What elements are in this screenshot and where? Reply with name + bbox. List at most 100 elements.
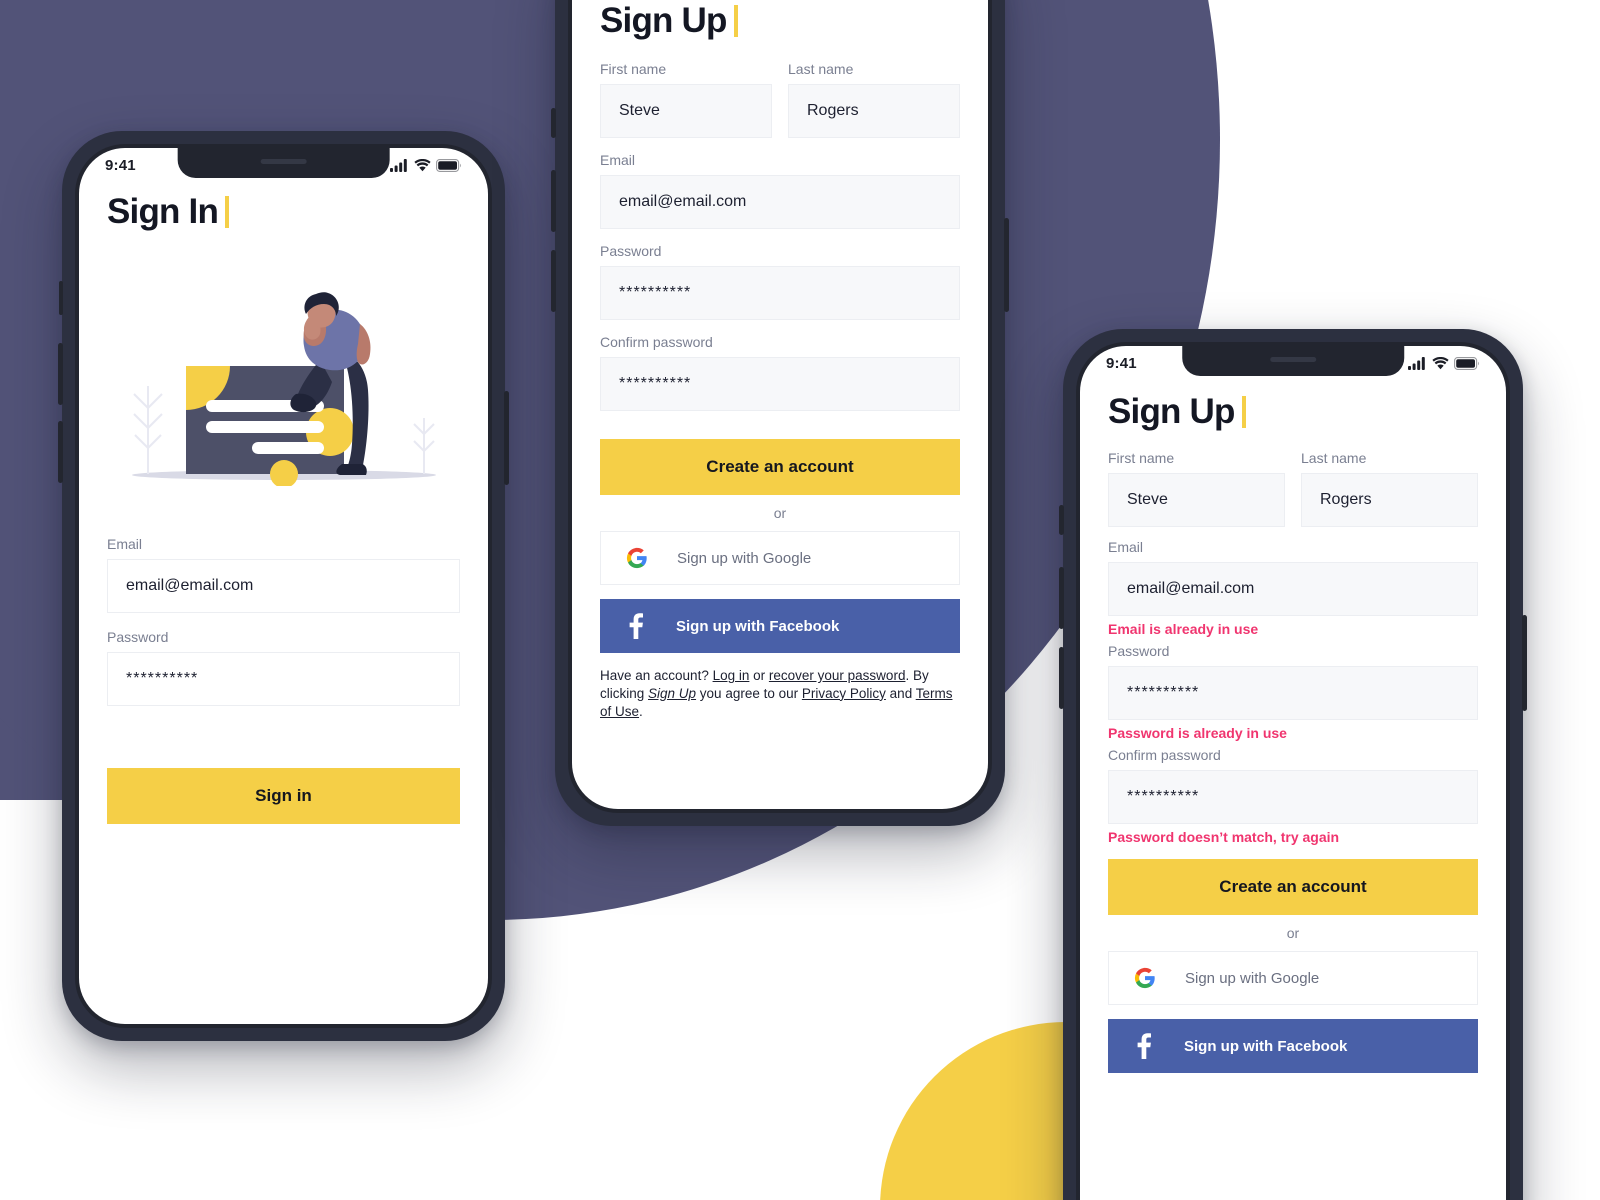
password-label: Password bbox=[107, 629, 169, 645]
password-input[interactable]: ********** bbox=[600, 266, 960, 320]
recover-password-link[interactable]: recover your password bbox=[769, 668, 906, 683]
first-name-value: Steve bbox=[1127, 491, 1168, 508]
password-input[interactable]: ********** bbox=[107, 652, 460, 706]
title-caret bbox=[225, 196, 230, 228]
phone-mute-button[interactable] bbox=[59, 281, 63, 315]
google-signup-button[interactable]: Sign up with Google bbox=[600, 531, 960, 585]
signup-errors-content: Sign Up First name Steve Last name Roger… bbox=[1080, 346, 1506, 1073]
google-icon bbox=[623, 547, 651, 569]
email-value: email@email.com bbox=[126, 577, 254, 594]
confirm-password-value: ********** bbox=[619, 375, 692, 392]
phone2-volume-down-button[interactable] bbox=[551, 250, 556, 312]
email-input[interactable]: email@email.com bbox=[107, 559, 460, 613]
name-row: First name Steve Last name Rogers bbox=[1108, 450, 1478, 527]
phone2-mute-button[interactable] bbox=[551, 108, 556, 138]
facebook-signup-button[interactable]: Sign up with Facebook bbox=[600, 599, 960, 653]
name-row: First name Steve Last name Rogers bbox=[600, 61, 960, 138]
legal-line1-post: . bbox=[905, 668, 910, 683]
email-label: Email bbox=[600, 152, 636, 168]
phone3-volume-up-button[interactable] bbox=[1059, 567, 1064, 629]
facebook-icon bbox=[622, 613, 650, 639]
field-group-email: Email email@email.com Email is already i… bbox=[1108, 539, 1478, 637]
facebook-icon bbox=[1130, 1033, 1158, 1059]
signin-button-label: Sign in bbox=[255, 786, 312, 805]
status-icons bbox=[390, 158, 462, 172]
field-group-confirm-password: Confirm password ********** Password doe… bbox=[1108, 747, 1478, 845]
field-group-password: Password ********** bbox=[600, 243, 960, 320]
facebook-signup-label: Sign up with Facebook bbox=[1184, 1037, 1348, 1055]
cellular-signal-icon bbox=[390, 158, 407, 172]
last-name-label: Last name bbox=[1301, 450, 1367, 466]
signup-content: Sign Up First name Steve Last name Roger… bbox=[572, 0, 988, 720]
password-error-message: Password is already in use bbox=[1108, 725, 1287, 741]
status-icons bbox=[1408, 356, 1480, 370]
phone2-volume-up-button[interactable] bbox=[551, 170, 556, 232]
phone-power-button[interactable] bbox=[504, 391, 509, 485]
google-signup-button[interactable]: Sign up with Google bbox=[1108, 951, 1478, 1005]
screenshot-stage: 9:41 Sign In Email email@email.com Passw… bbox=[0, 0, 1600, 1200]
confirm-password-input[interactable]: ********** bbox=[1108, 770, 1478, 824]
phone-screen-signin: 9:41 Sign In Email email@email.com Passw… bbox=[79, 148, 488, 1024]
title-caret bbox=[1241, 396, 1246, 428]
email-value: email@email.com bbox=[1127, 580, 1255, 597]
signin-illustration-wrap bbox=[107, 286, 460, 486]
wifi-icon bbox=[1432, 356, 1449, 369]
phone-mockup-signin: 9:41 Sign In Email email@email.com Passw… bbox=[58, 131, 509, 1041]
phone3-bezel: 9:41 Sign Up First name Steve Last name … bbox=[1076, 342, 1510, 1200]
field-group-last-name: Last name Rogers bbox=[788, 61, 960, 138]
phone-bezel: 9:41 Sign In Email email@email.com Passw… bbox=[75, 144, 492, 1028]
last-name-value: Rogers bbox=[1320, 491, 1372, 508]
confirm-password-error-message: Password doesn’t match, try again bbox=[1108, 829, 1340, 845]
phone2-power-button[interactable] bbox=[1004, 218, 1009, 312]
page-title-signin: Sign In bbox=[107, 192, 230, 232]
confirm-password-value: ********** bbox=[1127, 788, 1200, 805]
facebook-signup-label: Sign up with Facebook bbox=[676, 617, 840, 635]
facebook-signup-button[interactable]: Sign up with Facebook bbox=[1108, 1019, 1478, 1073]
signin-button[interactable]: Sign in bbox=[107, 768, 460, 824]
first-name-label: First name bbox=[600, 61, 667, 77]
phone-screen-signup: Sign Up First name Steve Last name Roger… bbox=[572, 0, 988, 809]
phone-volume-down-button[interactable] bbox=[58, 421, 63, 483]
phone3-mute-button[interactable] bbox=[1059, 505, 1064, 535]
first-name-input[interactable]: Steve bbox=[1108, 473, 1285, 527]
login-link[interactable]: Log in bbox=[713, 668, 750, 683]
field-group-first-name: First name Steve bbox=[600, 61, 772, 138]
legal-line2-mid: you agree to our bbox=[696, 685, 802, 701]
legal-line3-pre: and bbox=[889, 685, 916, 701]
last-name-input[interactable]: Rogers bbox=[1301, 473, 1478, 527]
first-name-input[interactable]: Steve bbox=[600, 84, 772, 138]
legal-line1-pre: Have an account? bbox=[600, 668, 713, 683]
phone3-volume-down-button[interactable] bbox=[1059, 647, 1064, 709]
password-value: ********** bbox=[126, 670, 199, 687]
password-label: Password bbox=[600, 243, 662, 259]
email-input[interactable]: email@email.com bbox=[1108, 562, 1478, 616]
page-title-signup: Sign Up bbox=[600, 1, 738, 41]
field-group-confirm-password: Confirm password ********** bbox=[600, 334, 960, 411]
privacy-policy-link[interactable]: Privacy Policy bbox=[802, 686, 886, 701]
google-signup-label: Sign up with Google bbox=[1185, 969, 1320, 987]
last-name-label: Last name bbox=[788, 61, 854, 77]
password-value: ********** bbox=[1127, 684, 1200, 701]
or-divider: or bbox=[1286, 925, 1300, 941]
phone3-power-button[interactable] bbox=[1522, 615, 1527, 711]
page-title-signup-errors: Sign Up bbox=[1108, 392, 1246, 432]
cellular-signal-icon bbox=[1408, 356, 1425, 370]
field-group-first-name: First name Steve bbox=[1108, 450, 1285, 527]
password-input[interactable]: ********** bbox=[1108, 666, 1478, 720]
password-label: Password bbox=[1108, 643, 1170, 659]
google-icon bbox=[1131, 967, 1159, 989]
create-account-button[interactable]: Create an account bbox=[1108, 859, 1478, 915]
field-group-password: Password ********** Password is already … bbox=[1108, 643, 1478, 741]
last-name-input[interactable]: Rogers bbox=[788, 84, 960, 138]
status-bar: 9:41 bbox=[79, 148, 488, 182]
phone-mockup-signup: Sign Up First name Steve Last name Roger… bbox=[551, 0, 1009, 826]
legal-line3-post: . bbox=[639, 703, 643, 719]
first-name-label: First name bbox=[1108, 450, 1175, 466]
phone-volume-up-button[interactable] bbox=[58, 343, 63, 405]
legal-line1-mid: or bbox=[749, 668, 769, 683]
confirm-password-input[interactable]: ********** bbox=[600, 357, 960, 411]
create-account-button[interactable]: Create an account bbox=[600, 439, 960, 495]
email-label: Email bbox=[107, 536, 143, 552]
email-input[interactable]: email@email.com bbox=[600, 175, 960, 229]
phone2-bezel: Sign Up First name Steve Last name Roger… bbox=[568, 0, 992, 813]
